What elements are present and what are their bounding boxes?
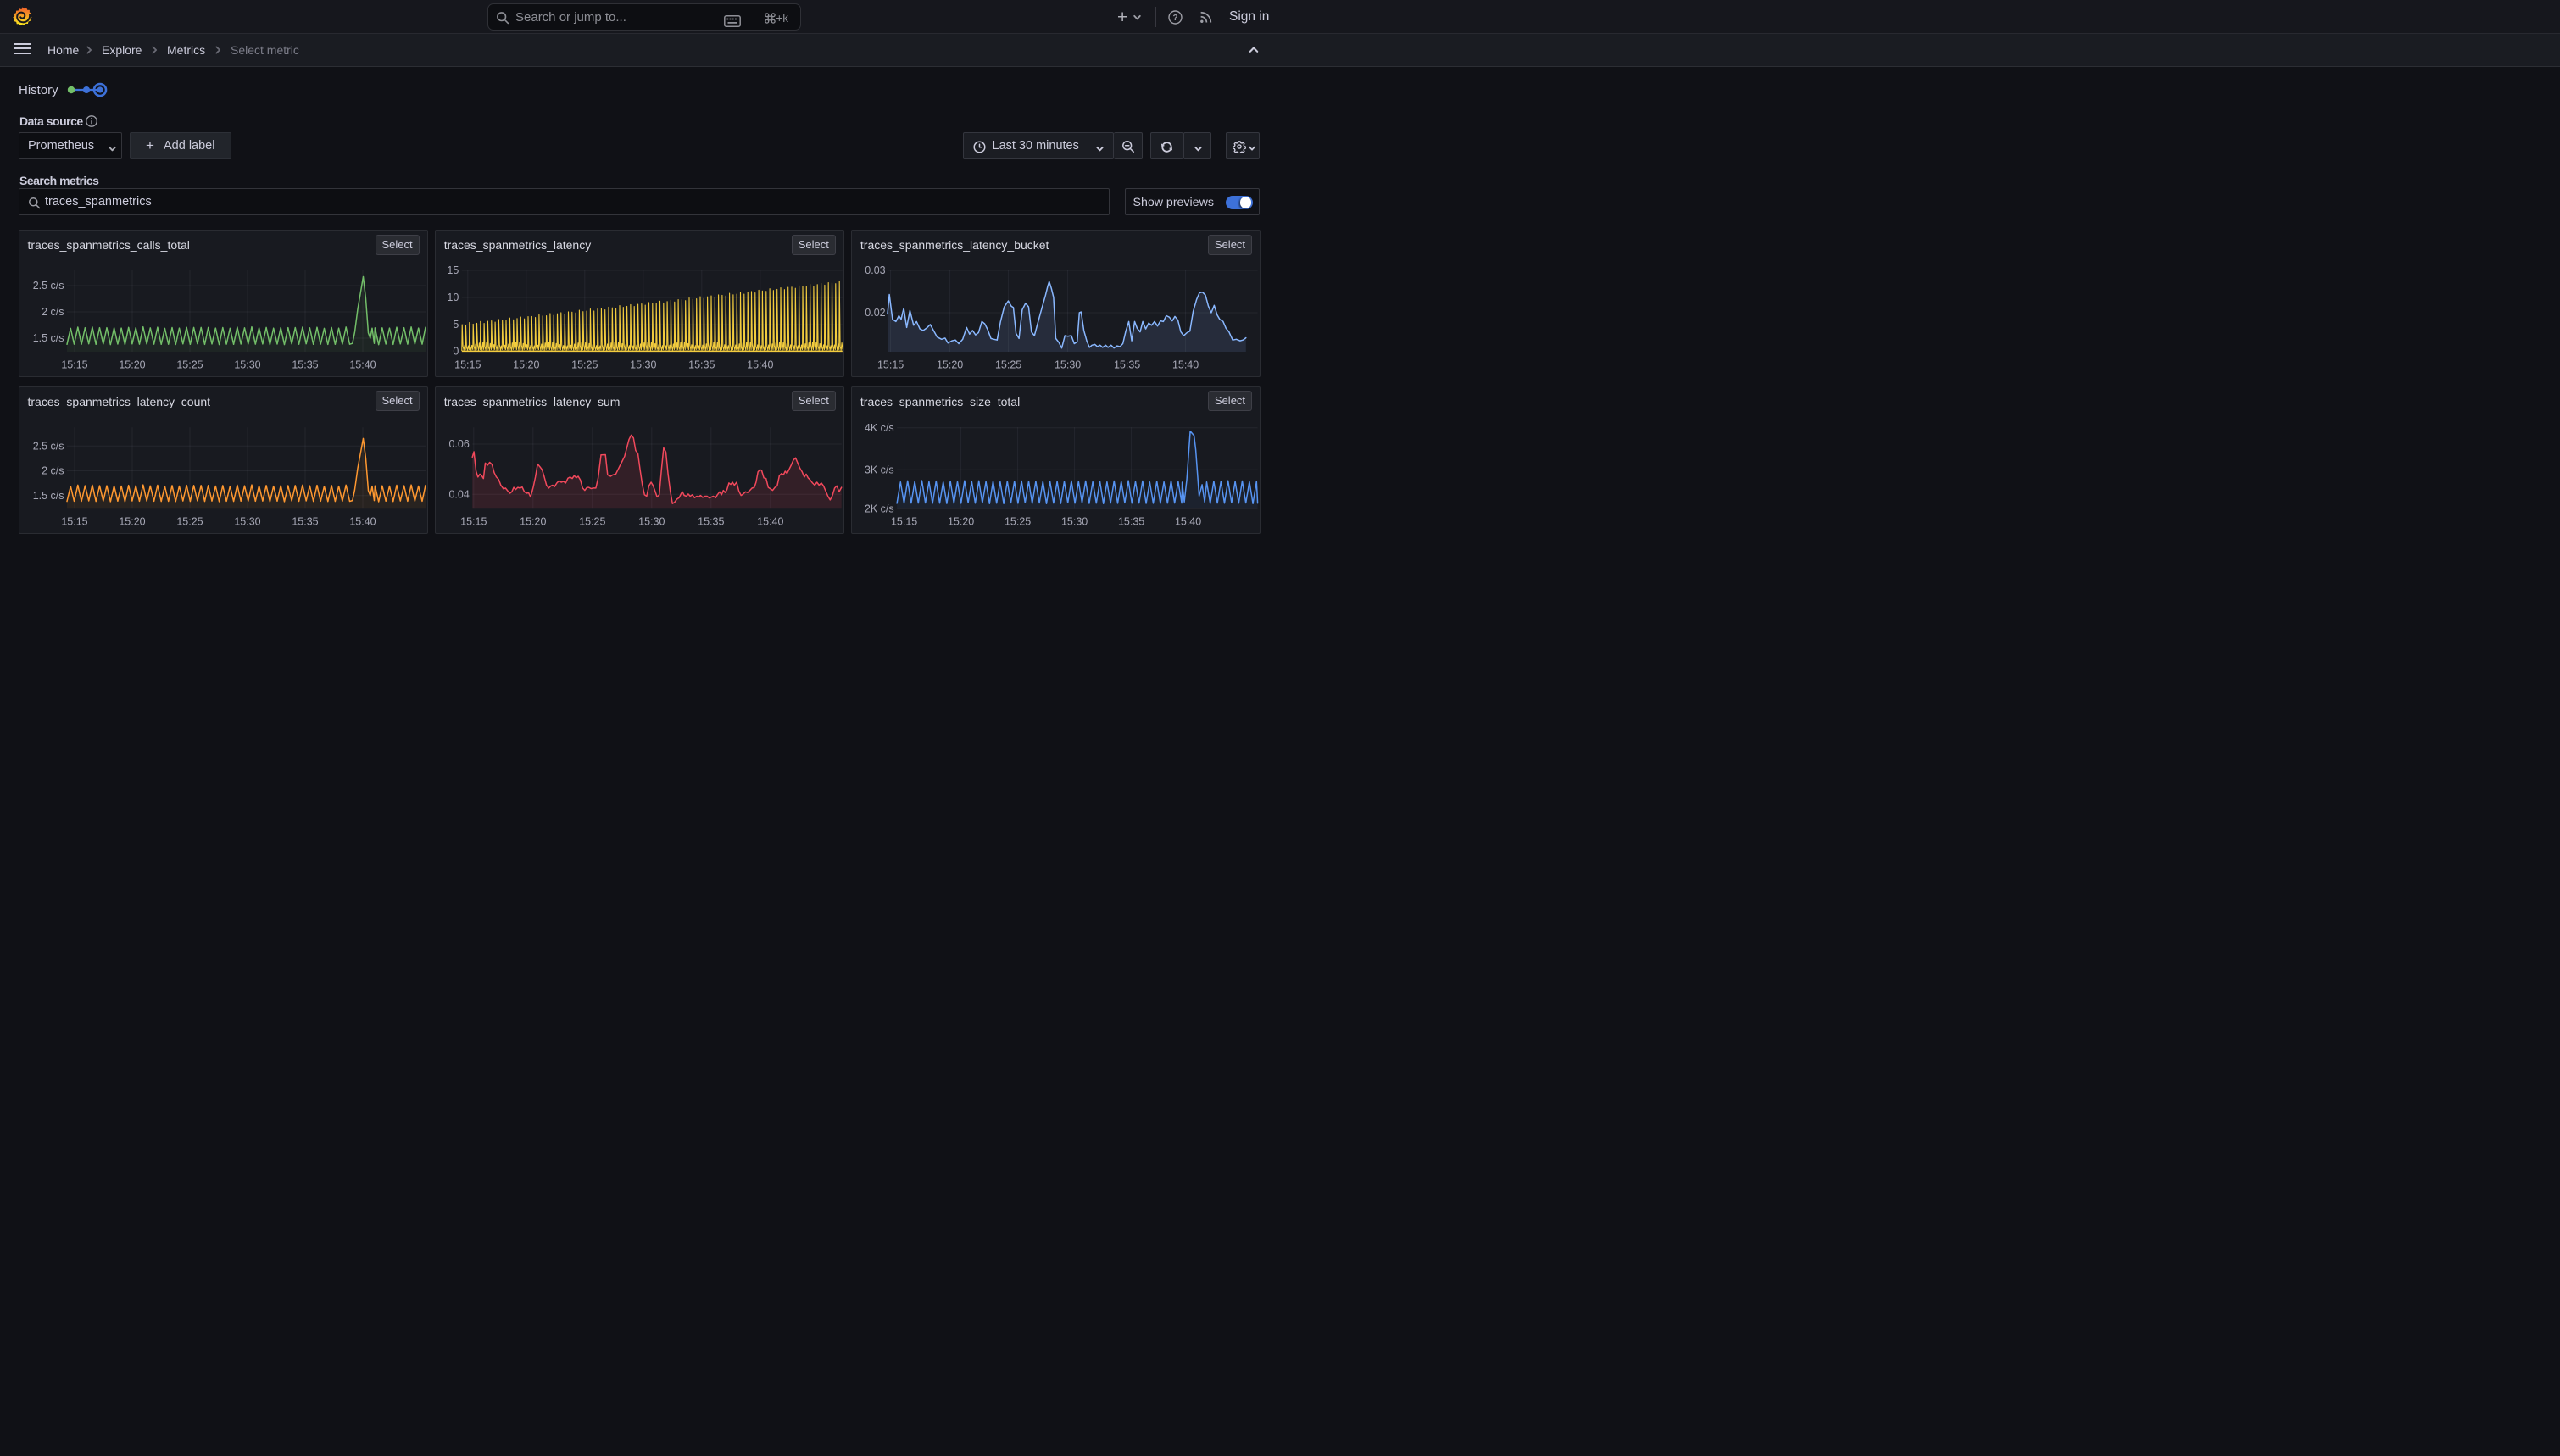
svg-text:15:20: 15:20 — [513, 358, 539, 370]
svg-text:15:15: 15:15 — [891, 515, 917, 527]
svg-text:15:25: 15:25 — [571, 358, 598, 370]
svg-text:2K c/s: 2K c/s — [865, 503, 894, 514]
svg-text:10: 10 — [448, 292, 459, 303]
svg-text:4K c/s: 4K c/s — [865, 422, 894, 434]
svg-text:0.02: 0.02 — [865, 307, 886, 319]
svg-text:15:40: 15:40 — [757, 515, 783, 527]
svg-text:15:40: 15:40 — [1175, 515, 1201, 527]
svg-text:?: ? — [1172, 14, 1177, 23]
svg-text:15:40: 15:40 — [349, 515, 376, 527]
svg-text:15:25: 15:25 — [579, 515, 605, 527]
svg-text:15:15: 15:15 — [454, 358, 481, 370]
svg-text:2 c/s: 2 c/s — [42, 464, 64, 476]
svg-text:15: 15 — [448, 264, 459, 276]
svg-text:0.06: 0.06 — [449, 438, 470, 450]
svg-text:15:30: 15:30 — [234, 515, 260, 527]
svg-text:15:20: 15:20 — [937, 358, 963, 370]
svg-text:15:15: 15:15 — [61, 515, 87, 527]
svg-text:15:15: 15:15 — [460, 515, 487, 527]
svg-text:15:20: 15:20 — [520, 515, 546, 527]
svg-text:15:20: 15:20 — [948, 515, 974, 527]
svg-text:15:20: 15:20 — [119, 515, 145, 527]
svg-text:15:30: 15:30 — [1061, 515, 1088, 527]
svg-text:0.04: 0.04 — [449, 488, 470, 500]
svg-text:15:25: 15:25 — [176, 515, 203, 527]
svg-text:15:15: 15:15 — [61, 358, 87, 370]
svg-text:15:35: 15:35 — [292, 358, 318, 370]
svg-text:15:30: 15:30 — [630, 358, 656, 370]
svg-text:15:30: 15:30 — [234, 358, 260, 370]
svg-text:0: 0 — [454, 345, 459, 357]
svg-text:0.03: 0.03 — [865, 264, 886, 276]
svg-text:1.5 c/s: 1.5 c/s — [33, 332, 64, 344]
svg-text:15:25: 15:25 — [176, 358, 203, 370]
svg-text:15:35: 15:35 — [1118, 515, 1144, 527]
svg-text:3K c/s: 3K c/s — [865, 464, 894, 475]
svg-text:2.5 c/s: 2.5 c/s — [33, 440, 64, 452]
svg-text:15:15: 15:15 — [877, 358, 904, 370]
svg-text:1.5 c/s: 1.5 c/s — [33, 490, 64, 502]
svg-text:15:35: 15:35 — [292, 515, 318, 527]
svg-text:15:40: 15:40 — [349, 358, 376, 370]
svg-text:15:35: 15:35 — [688, 358, 715, 370]
svg-text:2 c/s: 2 c/s — [42, 306, 64, 318]
svg-text:5: 5 — [454, 319, 459, 331]
svg-text:15:20: 15:20 — [119, 358, 145, 370]
svg-text:15:30: 15:30 — [638, 515, 665, 527]
svg-text:15:30: 15:30 — [1055, 358, 1081, 370]
svg-text:15:35: 15:35 — [1114, 358, 1140, 370]
svg-text:2.5 c/s: 2.5 c/s — [33, 280, 64, 292]
svg-text:15:40: 15:40 — [1172, 358, 1199, 370]
svg-text:15:40: 15:40 — [747, 358, 773, 370]
svg-text:15:25: 15:25 — [1005, 515, 1031, 527]
svg-text:15:25: 15:25 — [995, 358, 1021, 370]
svg-text:15:35: 15:35 — [698, 515, 724, 527]
